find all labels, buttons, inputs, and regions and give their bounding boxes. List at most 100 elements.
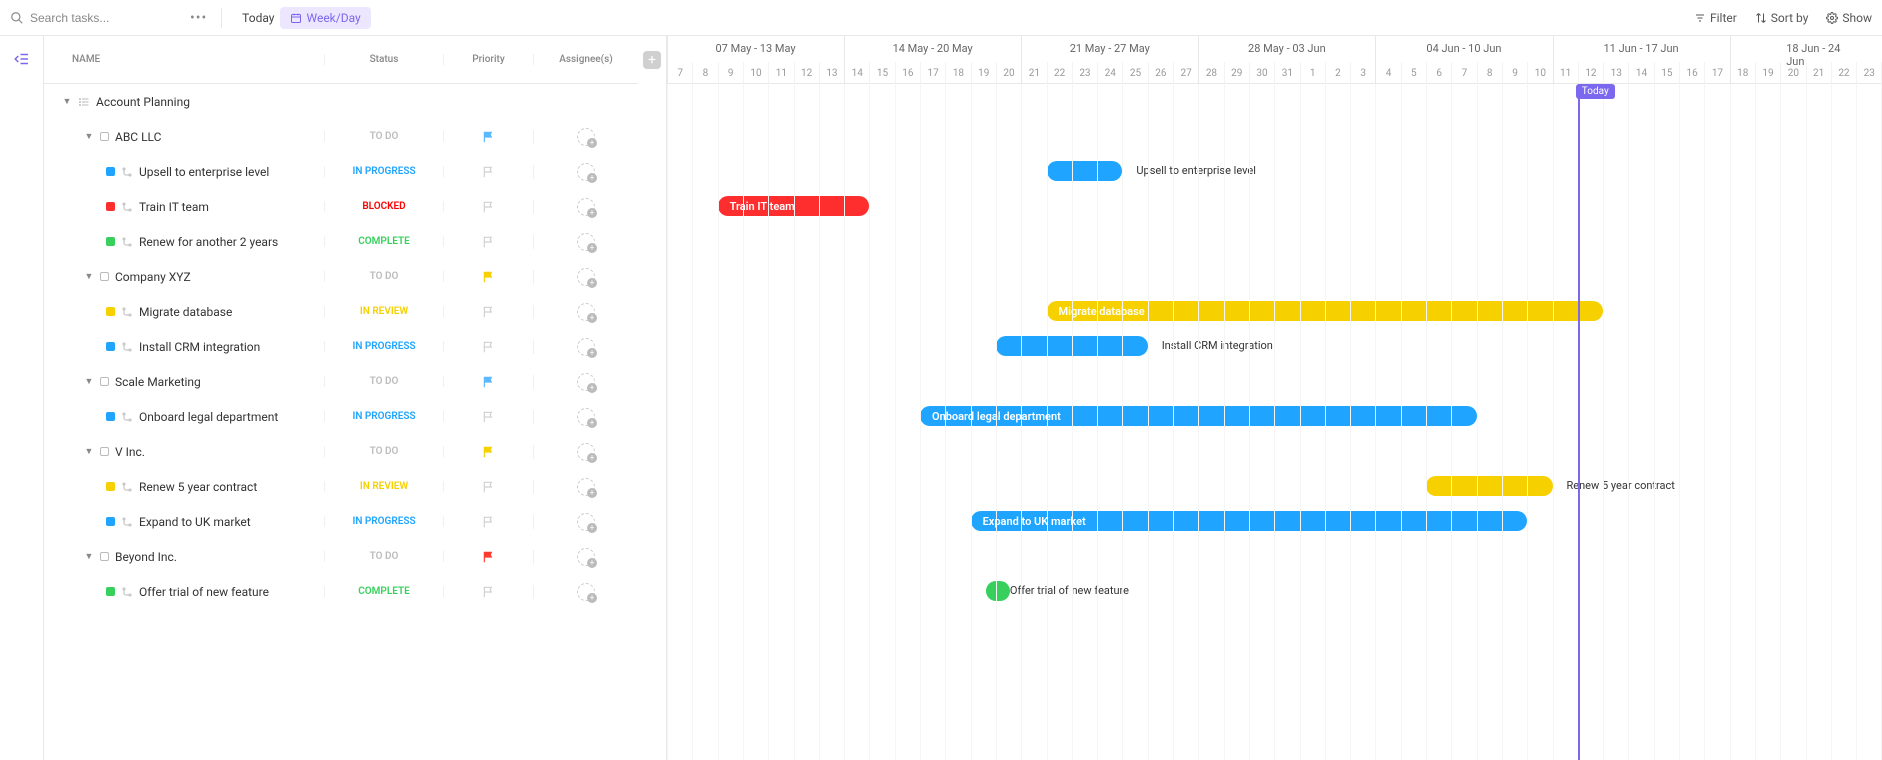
day-cell[interactable]: 11 bbox=[1553, 62, 1578, 84]
priority-cell[interactable] bbox=[444, 340, 534, 354]
sortby-button[interactable]: Sort by bbox=[1755, 11, 1809, 25]
assignee-add-icon[interactable] bbox=[577, 443, 595, 461]
assignee-add-icon[interactable] bbox=[577, 233, 595, 251]
day-cell[interactable]: 30 bbox=[1249, 62, 1274, 84]
day-cell[interactable]: 11 bbox=[768, 62, 793, 84]
day-cell[interactable]: 14 bbox=[844, 62, 869, 84]
caret-icon[interactable]: ▼ bbox=[84, 271, 94, 282]
day-cell[interactable]: 13 bbox=[1603, 62, 1628, 84]
day-cell[interactable]: 14 bbox=[1628, 62, 1653, 84]
day-cell[interactable]: 16 bbox=[895, 62, 920, 84]
gantt-bar[interactable] bbox=[1047, 161, 1123, 181]
status-square[interactable] bbox=[100, 132, 109, 141]
day-cell[interactable]: 29 bbox=[1224, 62, 1249, 84]
caret-icon[interactable]: ▼ bbox=[84, 131, 94, 142]
status-square[interactable] bbox=[100, 552, 109, 561]
add-column-button[interactable]: + bbox=[643, 51, 661, 69]
status-cell[interactable]: TO DO bbox=[324, 271, 444, 282]
caret-icon[interactable]: ▼ bbox=[62, 96, 72, 107]
status-square[interactable] bbox=[106, 307, 115, 316]
task-row[interactable]: ▼Company XYZTO DO bbox=[44, 259, 638, 294]
day-cell[interactable]: 9 bbox=[718, 62, 743, 84]
day-cell[interactable]: 21 bbox=[1806, 62, 1831, 84]
task-row[interactable]: ▼Beyond Inc.TO DO bbox=[44, 539, 638, 574]
day-cell[interactable]: 16 bbox=[1679, 62, 1704, 84]
day-cell[interactable]: 15 bbox=[869, 62, 894, 84]
assignee-add-icon[interactable] bbox=[577, 583, 595, 601]
status-cell[interactable]: COMPLETE bbox=[324, 586, 444, 597]
task-row[interactable]: ▼Account Planning bbox=[44, 84, 638, 119]
task-row[interactable]: Upsell to enterprise levelIN PROGRESS bbox=[44, 154, 638, 189]
col-status-header[interactable]: Status bbox=[324, 54, 444, 65]
task-row[interactable]: Offer trial of new featureCOMPLETE bbox=[44, 574, 638, 609]
status-cell[interactable]: IN PROGRESS bbox=[324, 411, 444, 422]
assignee-cell[interactable] bbox=[534, 338, 638, 356]
status-square[interactable] bbox=[106, 482, 115, 491]
assignee-cell[interactable] bbox=[534, 303, 638, 321]
day-cell[interactable]: 15 bbox=[1654, 62, 1679, 84]
caret-icon[interactable]: ▼ bbox=[84, 551, 94, 562]
day-cell[interactable]: 10 bbox=[1527, 62, 1552, 84]
assignee-cell[interactable] bbox=[534, 583, 638, 601]
day-cell[interactable]: 6 bbox=[1426, 62, 1451, 84]
caret-icon[interactable]: ▼ bbox=[84, 376, 94, 387]
assignee-cell[interactable] bbox=[534, 478, 638, 496]
day-cell[interactable]: 3 bbox=[1350, 62, 1375, 84]
priority-cell[interactable] bbox=[444, 585, 534, 599]
status-cell[interactable]: IN REVIEW bbox=[324, 306, 444, 317]
day-cell[interactable]: 28 bbox=[1198, 62, 1223, 84]
task-row[interactable]: Renew 5 year contractIN REVIEW bbox=[44, 469, 638, 504]
day-cell[interactable]: 9 bbox=[1502, 62, 1527, 84]
more-menu[interactable]: ••• bbox=[190, 10, 207, 26]
search-input[interactable] bbox=[30, 11, 170, 25]
day-cell[interactable]: 23 bbox=[1072, 62, 1097, 84]
day-cell[interactable]: 27 bbox=[1173, 62, 1198, 84]
col-priority-header[interactable]: Priority bbox=[444, 54, 534, 65]
day-cell[interactable]: 18 bbox=[1730, 62, 1755, 84]
today-badge[interactable]: Today bbox=[1576, 84, 1615, 99]
caret-icon[interactable]: ▼ bbox=[84, 446, 94, 457]
status-cell[interactable]: IN PROGRESS bbox=[324, 341, 444, 352]
day-cell[interactable]: 7 bbox=[667, 62, 692, 84]
status-cell[interactable]: TO DO bbox=[324, 446, 444, 457]
status-square[interactable] bbox=[106, 342, 115, 351]
day-cell[interactable]: 31 bbox=[1274, 62, 1299, 84]
priority-cell[interactable] bbox=[444, 165, 534, 179]
priority-cell[interactable] bbox=[444, 130, 534, 144]
day-cell[interactable]: 12 bbox=[1578, 62, 1603, 84]
status-square[interactable] bbox=[106, 587, 115, 596]
assignee-cell[interactable] bbox=[534, 233, 638, 251]
col-assignee-header[interactable]: Assignee(s) bbox=[534, 54, 638, 65]
priority-cell[interactable] bbox=[444, 550, 534, 564]
assignee-cell[interactable] bbox=[534, 443, 638, 461]
assignee-add-icon[interactable] bbox=[577, 338, 595, 356]
status-square[interactable] bbox=[100, 447, 109, 456]
day-cell[interactable]: 5 bbox=[1401, 62, 1426, 84]
priority-cell[interactable] bbox=[444, 480, 534, 494]
status-square[interactable] bbox=[100, 272, 109, 281]
day-cell[interactable]: 20 bbox=[996, 62, 1021, 84]
gantt-bar[interactable] bbox=[1426, 476, 1553, 496]
day-cell[interactable]: 22 bbox=[1047, 62, 1072, 84]
day-cell[interactable]: 8 bbox=[1477, 62, 1502, 84]
task-row[interactable]: Install CRM integrationIN PROGRESS bbox=[44, 329, 638, 364]
assignee-add-icon[interactable] bbox=[577, 513, 595, 531]
task-row[interactable]: Train IT teamBLOCKED bbox=[44, 189, 638, 224]
priority-cell[interactable] bbox=[444, 270, 534, 284]
status-cell[interactable]: TO DO bbox=[324, 551, 444, 562]
day-cell[interactable]: 19 bbox=[1755, 62, 1780, 84]
collapse-sidebar-icon[interactable] bbox=[13, 50, 31, 760]
day-cell[interactable]: 12 bbox=[794, 62, 819, 84]
day-cell[interactable]: 24 bbox=[1097, 62, 1122, 84]
status-square[interactable] bbox=[100, 377, 109, 386]
day-cell[interactable]: 8 bbox=[692, 62, 717, 84]
assignee-cell[interactable] bbox=[534, 513, 638, 531]
day-cell[interactable]: 19 bbox=[971, 62, 996, 84]
task-row[interactable]: Onboard legal departmentIN PROGRESS bbox=[44, 399, 638, 434]
day-cell[interactable]: 18 bbox=[945, 62, 970, 84]
status-cell[interactable]: BLOCKED bbox=[324, 201, 444, 212]
day-cell[interactable]: 10 bbox=[743, 62, 768, 84]
status-square[interactable] bbox=[106, 237, 115, 246]
task-row[interactable]: Expand to UK marketIN PROGRESS bbox=[44, 504, 638, 539]
assignee-add-icon[interactable] bbox=[577, 408, 595, 426]
